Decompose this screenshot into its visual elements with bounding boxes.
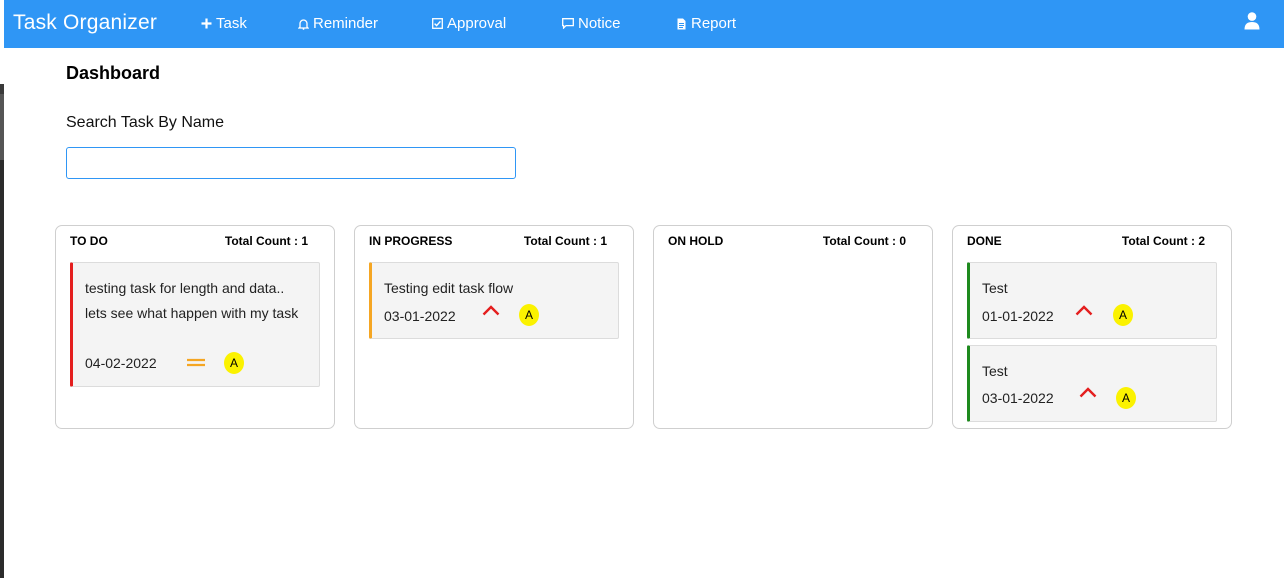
task-card[interactable]: Test 01-01-2022 A — [967, 262, 1217, 339]
task-card[interactable]: testing task for length and data.. lets … — [70, 262, 320, 387]
plus-icon — [200, 17, 212, 31]
priority-medium-icon — [186, 355, 206, 373]
column-title: TO DO — [70, 234, 108, 248]
nav-item-approval[interactable]: Approval — [431, 15, 506, 32]
assignee-avatar[interactable]: A — [1116, 387, 1136, 409]
column-title: ON HOLD — [668, 234, 724, 248]
task-card[interactable]: Test 03-01-2022 A — [967, 345, 1217, 422]
assignee-avatar[interactable]: A — [519, 304, 539, 326]
task-date: 04-02-2022 — [85, 355, 157, 371]
user-icon[interactable] — [1244, 12, 1260, 30]
task-name: Testing edit task flow — [384, 280, 514, 296]
column-title: DONE — [967, 234, 1002, 248]
task-card[interactable]: Testing edit task flow 03-01-2022 A — [369, 262, 619, 339]
nav-item-notice-label: Notice — [578, 15, 621, 32]
task-date: 03-01-2022 — [982, 390, 1054, 406]
search-input[interactable] — [66, 147, 516, 179]
check-square-icon — [431, 17, 443, 31]
column-count: Total Count : 0 — [822, 234, 906, 248]
priority-high-icon — [1079, 385, 1097, 403]
bell-icon — [297, 17, 309, 31]
page-title: Dashboard — [66, 63, 161, 83]
top-navbar: Task Organizer Task Reminder Approval No… — [4, 0, 1284, 48]
nav-item-task-label: Task — [216, 15, 247, 32]
window-edge — [0, 0, 4, 578]
nav-item-approval-label: Approval — [447, 15, 507, 32]
nav-item-task[interactable]: Task — [200, 15, 247, 32]
priority-high-icon — [482, 303, 500, 321]
app-title[interactable]: Task Organizer — [13, 11, 157, 35]
document-icon — [675, 17, 687, 31]
task-name: Test — [982, 363, 1008, 379]
nav-item-notice[interactable]: Notice — [562, 15, 621, 32]
search-label: Search Task By Name — [66, 114, 224, 131]
nav-item-reminder-label: Reminder — [313, 15, 379, 32]
priority-high-icon — [1075, 303, 1093, 321]
nav-item-reminder[interactable]: Reminder — [297, 15, 378, 32]
assignee-avatar[interactable]: A — [224, 352, 244, 374]
column-on-hold: ON HOLD Total Count : 0 — [653, 225, 933, 429]
nav-item-report-label: Report — [691, 15, 737, 32]
message-icon — [562, 17, 574, 31]
column-done: DONE Total Count : 2 Test 01-01-2022 A T… — [952, 225, 1232, 429]
task-name: Test — [982, 280, 1008, 296]
task-name: testing task for length and data.. lets … — [85, 280, 299, 321]
column-count: Total Count : 2 — [1121, 234, 1205, 248]
task-date: 01-01-2022 — [982, 308, 1054, 324]
column-count: Total Count : 1 — [523, 234, 607, 248]
nav-item-report[interactable]: Report — [675, 15, 736, 32]
assignee-avatar[interactable]: A — [1113, 304, 1133, 326]
column-count: Total Count : 1 — [224, 234, 308, 248]
column-title: IN PROGRESS — [369, 234, 453, 248]
task-date: 03-01-2022 — [384, 308, 456, 324]
column-todo: TO DO Total Count : 1 testing task for l… — [55, 225, 335, 429]
column-in-progress: IN PROGRESS Total Count : 1 Testing edit… — [354, 225, 634, 429]
